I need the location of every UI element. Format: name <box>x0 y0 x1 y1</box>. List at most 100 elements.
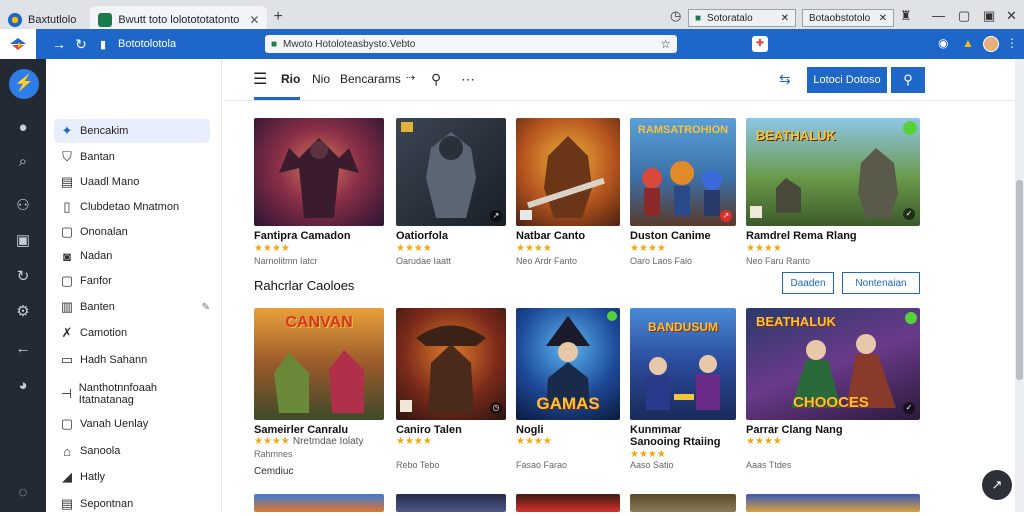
game-thumbnail[interactable] <box>630 494 736 512</box>
address-bar[interactable]: ■ Mwoto Hotoloteasbysto.Vebto ☆ <box>265 35 677 53</box>
game-thumbnail: RAMSATROHION ↗ <box>630 118 736 226</box>
nav-link-active[interactable]: Rio <box>281 72 300 86</box>
game-thumbnail: ◷ <box>396 308 506 420</box>
cross-icon: ✗ <box>61 325 73 340</box>
loading-icon[interactable]: ◌ <box>0 484 46 501</box>
sidebar-item-label: Camotion <box>80 327 128 339</box>
share-icon[interactable]: ⇆ <box>779 71 791 88</box>
reload-icon[interactable]: ↻ <box>70 36 92 53</box>
pinned-title: Botaobstotolo <box>809 12 871 24</box>
game-thumbnail[interactable] <box>516 494 620 512</box>
game-thumbnail[interactable] <box>254 494 384 512</box>
hamburger-icon[interactable]: ☰ <box>253 69 267 89</box>
close-icon[interactable]: ✕ <box>781 13 789 24</box>
sidebar-item[interactable]: ▢ Ononalan <box>54 220 210 244</box>
globe-icon[interactable]: ◕ <box>0 377 46 394</box>
home-icon[interactable]: ● <box>0 119 46 136</box>
sidebar-item[interactable]: ▤ Uaadl Mano <box>54 170 210 194</box>
house-icon: ⌂ <box>63 443 71 459</box>
close-window-icon[interactable]: ✕ <box>1006 8 1017 24</box>
game-thumbnail[interactable] <box>396 494 506 512</box>
new-tab-icon[interactable]: + <box>273 8 282 26</box>
sidebar-item[interactable]: ⌂ Sanoola <box>54 439 210 463</box>
minimize-icon[interactable]: — <box>932 8 945 23</box>
active-tab-underline <box>254 97 300 100</box>
search-button[interactable]: ⚲ <box>891 67 925 93</box>
game-meta: Rebo Tebo <box>396 460 440 470</box>
gear-icon[interactable]: ⚙ <box>0 302 46 320</box>
more-icon[interactable]: ⋯ <box>461 71 475 88</box>
dropdown-icon[interactable]: ⇢ <box>406 71 415 84</box>
primary-button[interactable]: Lotoci Dotoso <box>807 67 887 93</box>
rating-stars: ★★★★ <box>396 436 432 447</box>
thumbnail-text: CANVAN <box>285 314 353 331</box>
sidebar-item[interactable]: ▢ Fanfor <box>54 269 210 293</box>
sidebar-item[interactable]: ⊣ Nanthotnnfoaah Itatnatanag <box>54 379 174 409</box>
game-meta: Oarudae Iaatt <box>396 256 452 266</box>
library-icon[interactable]: ▣ <box>0 231 46 249</box>
grid-icon: ▤ <box>60 496 74 511</box>
sidebar-item-active[interactable]: ✦ Bencakim <box>54 119 210 143</box>
search-icon[interactable]: ⌕ <box>0 153 46 170</box>
sidebar-item[interactable]: ◙ Nadan <box>54 244 210 268</box>
game-meta: Aaas Ttdes <box>746 460 792 470</box>
extension-icon[interactable]: ✚ <box>752 36 768 52</box>
avatar[interactable] <box>983 36 999 52</box>
restore-icon[interactable]: ▣ <box>983 8 995 24</box>
square-icon: ▯ <box>63 199 71 214</box>
info-icon[interactable]: ◷ <box>490 402 502 414</box>
view-all-button[interactable]: Nontenaian <box>842 272 920 294</box>
users-icon[interactable]: ⚇ <box>0 196 46 214</box>
square-icon: ▢ <box>60 416 74 431</box>
sidebar-item[interactable]: ⛉ Bantan <box>54 145 210 169</box>
game-thumbnail[interactable] <box>746 494 920 512</box>
app-logo-icon[interactable] <box>0 29 36 59</box>
action-icon[interactable]: ↗ <box>720 210 732 222</box>
sidebar-item[interactable]: ◢ Hatly <box>54 465 210 489</box>
rating-stars: ★★★★ <box>746 436 782 447</box>
pinned-tab-2[interactable]: Botaobstotolo ✕ <box>802 9 894 27</box>
sidebar-item[interactable]: ▢ Vanah Uenlay <box>54 412 210 436</box>
refresh-icon[interactable]: ↻ <box>0 267 46 285</box>
game-meta: Aaso Satio <box>630 460 674 470</box>
edit-icon[interactable]: ✎ <box>202 302 210 313</box>
pinned-tab-1[interactable]: ■ Sotoratalo ✕ <box>688 9 796 27</box>
info-icon[interactable]: ↗ <box>490 210 502 222</box>
filter-button[interactable]: Daaden <box>782 272 834 294</box>
search-icon[interactable]: ⚲ <box>431 71 441 88</box>
maximize-icon[interactable]: ▢ <box>958 8 970 24</box>
menu-icon[interactable]: ⋮ <box>1006 36 1018 50</box>
sidebar-item[interactable]: ▥ Banten ✎ <box>54 295 210 319</box>
settings-icon[interactable]: ◉ <box>938 36 948 50</box>
nav-link[interactable]: Nio <box>312 72 330 86</box>
info-icon[interactable]: ✓ <box>903 402 915 414</box>
rating-stars: ★★★★ <box>396 243 432 254</box>
sidebar-item[interactable]: ✗ Camotion <box>54 321 210 345</box>
expand-button[interactable]: ↗ <box>982 470 1012 500</box>
sidebar-item[interactable]: ▯ Clubdetao Mnatmon <box>54 195 210 219</box>
sidebar-item-label: Sanoola <box>80 445 121 457</box>
sidebar-item-label: Bantan <box>80 151 115 163</box>
arrow-icon: ↗ <box>991 477 1003 492</box>
puzzle-icon[interactable]: ▲ <box>962 36 974 50</box>
sidebar-item-label: Nadan <box>80 250 113 262</box>
back-icon[interactable]: ← <box>0 340 46 357</box>
lock-icon: ▮ <box>99 38 107 51</box>
game-meta: Neo Faru Ranto <box>746 256 811 266</box>
star-icon[interactable]: ☆ <box>660 37 671 51</box>
thumbnail-text: RAMSATROHION <box>637 124 729 136</box>
sidebar-item[interactable]: ▭ Hadh Sahann <box>54 348 210 372</box>
game-title: Caniro Talen <box>396 424 462 436</box>
close-icon[interactable]: ✕ <box>249 13 259 27</box>
nav-link[interactable]: Bencarams <box>340 72 401 86</box>
clock-icon[interactable]: ◷ <box>670 8 681 24</box>
close-icon[interactable]: ✕ <box>879 13 887 24</box>
info-icon[interactable]: ✓ <box>903 208 915 220</box>
app-rail: ⚡ ● ⌕ ⚇ ▣ ↻ ⚙ ← ◕ ◌ <box>0 59 46 512</box>
sidebar-item[interactable]: ▤ Sepontnan <box>54 492 210 516</box>
brand-logo-icon[interactable]: ⚡ <box>9 69 39 99</box>
scrollbar-thumb[interactable] <box>1016 180 1023 380</box>
sidebar: ✦ Bencakim ⛉ Bantan ▤ Uaadl Mano ▯ Clubdetao… <box>46 59 222 512</box>
forward-icon[interactable]: → <box>48 36 70 52</box>
extensions-icon[interactable]: ♜ <box>900 8 912 24</box>
